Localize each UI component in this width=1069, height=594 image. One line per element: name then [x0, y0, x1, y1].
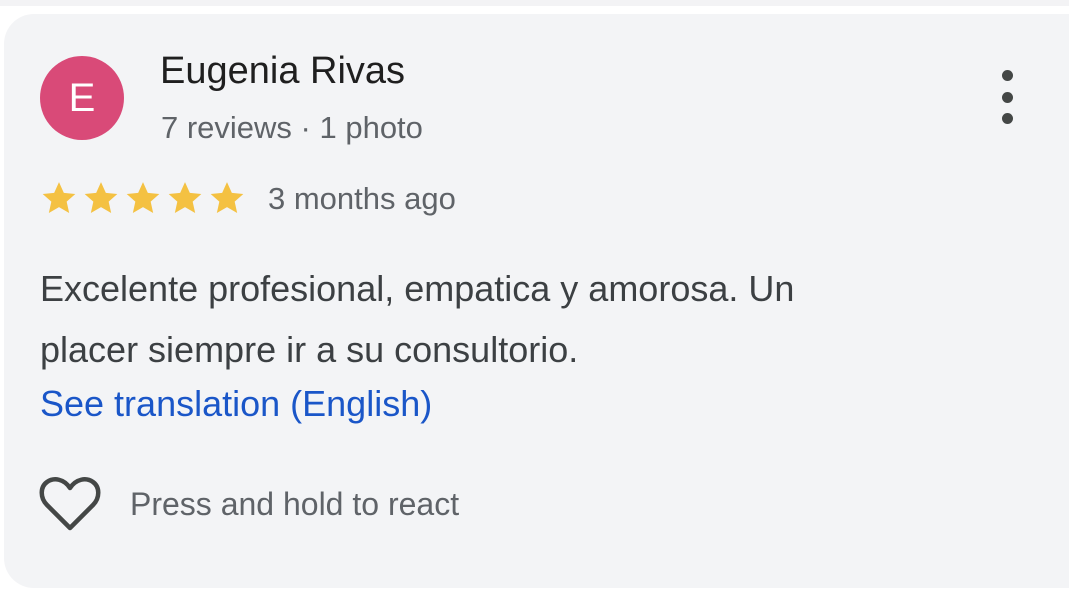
react-button[interactable]: Press and hold to react [38, 474, 459, 534]
author-name[interactable]: Eugenia Rivas [160, 49, 405, 93]
avatar-initial: E [68, 75, 96, 120]
author-meta: 7 reviews · 1 photo [161, 110, 423, 145]
review-time: 3 months ago [268, 181, 456, 216]
star-rating [38, 178, 248, 218]
more-vert-icon-dot [1001, 91, 1013, 103]
star-icon [126, 182, 160, 213]
star-icon [84, 182, 118, 213]
top-divider [0, 0, 1069, 6]
react-label: Press and hold to react [130, 485, 460, 522]
avatar[interactable]: E [40, 56, 124, 140]
more-vert-icon [1001, 70, 1013, 81]
star-icon [42, 182, 76, 213]
heart-outline-icon [39, 477, 101, 531]
review-text-line: Excelente profesional, empatica y amoros… [40, 268, 795, 309]
more-options-button[interactable] [990, 70, 1024, 124]
review-text: Excelente profesional, empatica y amoros… [40, 258, 1000, 380]
star-icon [210, 182, 244, 213]
star-icon [168, 182, 202, 213]
review-text-line: placer siempre ir a su consultorio. [40, 329, 579, 370]
more-vert-icon-dot [1001, 113, 1013, 124]
see-translation-link[interactable]: See translation (English) [40, 382, 432, 426]
